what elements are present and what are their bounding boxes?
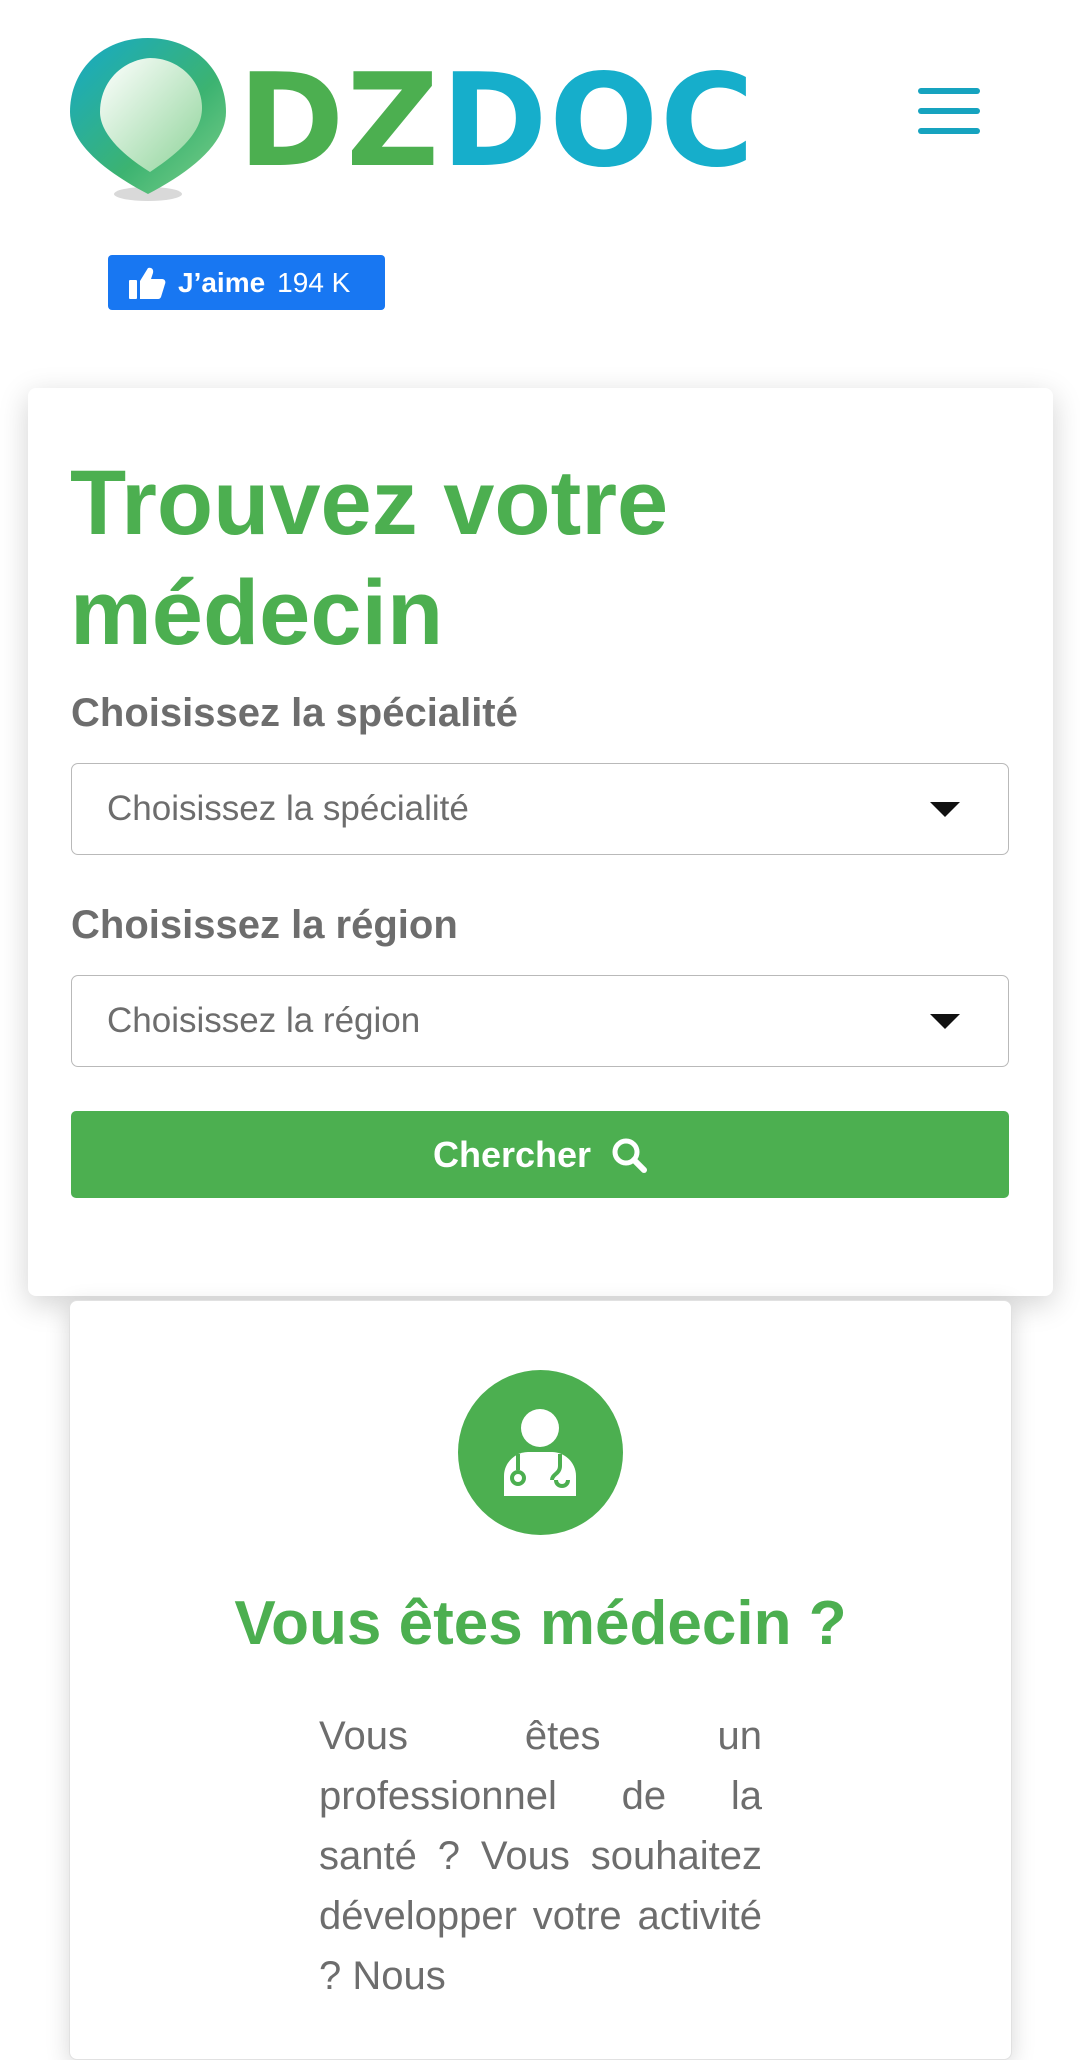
specialty-selected-value: Choisissez la spécialité [107,789,469,828]
region-selected-value: Choisissez la région [107,1001,421,1040]
site-logo[interactable]: DZDOC [66,34,754,209]
search-button[interactable]: Chercher [71,1111,1009,1198]
hamburger-line [918,108,980,114]
region-select[interactable]: Choisissez la région [71,975,1009,1067]
logo-wordmark: DZDOC [238,52,756,192]
doctor-icon [504,1409,576,1496]
search-title: Trouvez votre médecin [70,452,669,664]
logo-text-dz: DZ [238,47,442,196]
specialty-label: Choisissez la spécialité [71,691,518,735]
hamburger-menu-icon[interactable] [918,88,982,134]
thumbs-up-icon [129,267,166,299]
specialty-select[interactable]: Choisissez la spécialité [71,763,1009,855]
hamburger-line [918,88,980,94]
logo-text-doc: DOC [441,47,757,196]
like-label: J’aime [178,266,266,298]
doctor-promo-title: Vous êtes médecin ? [234,1589,847,1658]
hamburger-line [918,128,980,134]
chevron-down-icon [930,1014,960,1029]
facebook-like-button[interactable]: J’aime 194 K [108,255,385,310]
location-pin-logo-icon [70,38,226,201]
search-icon [612,1138,648,1173]
doctor-icon-badge [458,1370,623,1535]
doctor-promo-text: Vous êtes un professionnel de la santé ?… [319,1714,762,1998]
like-count: 194 K [277,266,351,298]
doctor-search-card: Trouvez votre médecin Choisissez la spéc… [28,388,1053,1296]
chevron-down-icon [930,802,960,817]
search-button-label: Chercher [432,1133,592,1175]
doctor-promo-card: Vous êtes médecin ? Vous êtes un profess… [69,1300,1012,2060]
region-label: Choisissez la région [71,903,458,947]
